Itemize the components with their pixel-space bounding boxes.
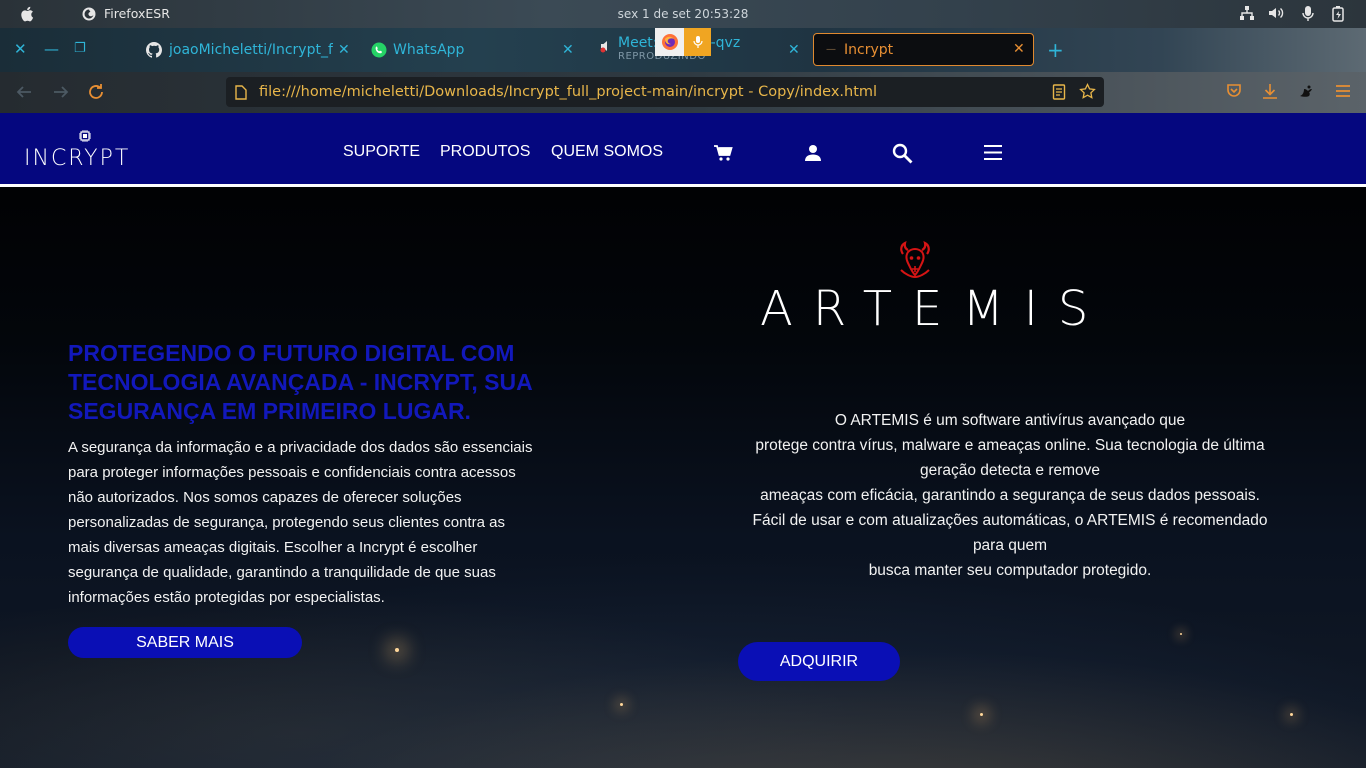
tab-title: Incrypt (844, 41, 894, 58)
header-divider (0, 184, 1366, 187)
tab-whatsapp[interactable]: WhatsApp (371, 34, 561, 66)
reader-view-icon[interactable] (1052, 84, 1066, 100)
volume-icon[interactable] (1268, 5, 1285, 21)
bookmark-star-icon[interactable] (1079, 83, 1096, 100)
artemis-description-line: O ARTEMIS é um software antivírus avança… (834, 412, 1186, 429)
artemis-description: O ARTEMIS é um software antivírus avança… (740, 408, 1280, 583)
city-light (1290, 713, 1293, 716)
cart-icon[interactable] (713, 144, 733, 162)
speaker-icon (600, 41, 607, 53)
network-icon[interactable] (1239, 5, 1255, 21)
extension-icon[interactable] (1297, 83, 1314, 100)
close-tab-icon[interactable]: ✕ (788, 42, 800, 58)
tab-incrypt[interactable]: — Incrypt ✕ (813, 33, 1034, 66)
reload-icon[interactable] (87, 83, 105, 101)
pocket-icon[interactable] (1226, 83, 1242, 99)
file-icon (235, 85, 247, 100)
nav-link-produtos[interactable]: PRODUTOS (440, 143, 530, 161)
browser-tab-strip: ✕ — ❐ joaoMicheletti/Incrypt_full ✕ What… (0, 28, 1366, 72)
chip-icon (79, 130, 91, 142)
site-header: INCRYPT SUPORTE PRODUTOS QUEM SOMOS (0, 113, 1366, 184)
firefox-icon (661, 34, 678, 50)
artemis-description-line: busca manter seu computador protegido. (868, 562, 1152, 579)
adquirir-button[interactable]: ADQUIRIR (738, 642, 900, 681)
hero-description: A segurança da informação e a privacidad… (68, 439, 533, 606)
artemis-description-line: Fácil de usar e com atualizações automát… (752, 512, 1268, 554)
download-icon[interactable] (1262, 83, 1278, 100)
tab-title: WhatsApp (393, 42, 465, 58)
artemis-logo-text: ARTEMIS (760, 281, 1109, 337)
browser-toolbar: file:///home/micheletti/Downloads/Incryp… (0, 72, 1366, 113)
minimize-window-icon[interactable]: — (44, 41, 59, 57)
hamburger-menu-icon[interactable] (1335, 83, 1351, 99)
artemis-description-line: protege contra vírus, malware e ameaças … (755, 437, 1265, 479)
search-icon[interactable] (892, 143, 913, 164)
url-text[interactable]: file:///home/micheletti/Downloads/Incryp… (259, 84, 877, 100)
menu-icon[interactable] (983, 144, 1003, 161)
saber-mais-button[interactable]: SABER MAIS (68, 627, 302, 658)
address-bar[interactable]: file:///home/micheletti/Downloads/Incryp… (226, 77, 1104, 107)
microphone-icon (692, 36, 703, 48)
nav-link-quem-somos[interactable]: QUEM SOMOS (551, 143, 663, 161)
back-arrow-icon[interactable] (15, 83, 33, 101)
github-icon (146, 42, 162, 58)
forward-arrow-icon[interactable] (52, 83, 70, 101)
city-light (620, 703, 623, 706)
close-tab-icon[interactable]: ✕ (338, 42, 350, 58)
battery-charging-icon[interactable] (1331, 5, 1347, 22)
nav-link-suporte[interactable]: SUPORTE (343, 143, 420, 161)
hero-title: PROTEGENDO O FUTURO DIGITAL COM TECNOLOG… (68, 340, 532, 424)
meet-sharing-indicator[interactable] (655, 28, 711, 56)
close-tab-icon[interactable]: ✕ (562, 42, 574, 58)
web-page: INCRYPT SUPORTE PRODUTOS QUEM SOMOS PROT… (0, 113, 1366, 768)
tab-title: Meet: (618, 35, 658, 51)
tab-title: joaoMicheletti/Incrypt_full (169, 42, 333, 58)
city-light (1180, 633, 1182, 635)
os-top-bar: FirefoxESR sex 1 de set 20:53:28 (0, 0, 1366, 28)
city-light (980, 713, 983, 716)
user-icon[interactable] (804, 144, 822, 161)
artemis-description-line: ameaças com eficácia, garantindo a segur… (760, 487, 1260, 504)
new-tab-button[interactable]: + (1047, 38, 1064, 62)
close-tab-icon[interactable]: ✕ (1013, 41, 1025, 57)
tab-github[interactable]: joaoMicheletti/Incrypt_full (146, 34, 351, 66)
whatsapp-icon (371, 42, 387, 58)
system-clock[interactable]: sex 1 de set 20:53:28 (0, 7, 1366, 21)
logo-text: INCRYPT (24, 146, 131, 171)
city-light (395, 648, 399, 652)
microphone-icon[interactable] (1301, 5, 1315, 22)
site-logo[interactable]: INCRYPT (24, 129, 148, 171)
page-icon: — (826, 44, 836, 55)
artemis-emblem-icon (900, 240, 930, 279)
restore-window-icon[interactable]: ❐ (74, 41, 86, 57)
close-window-icon[interactable]: ✕ (14, 41, 27, 57)
